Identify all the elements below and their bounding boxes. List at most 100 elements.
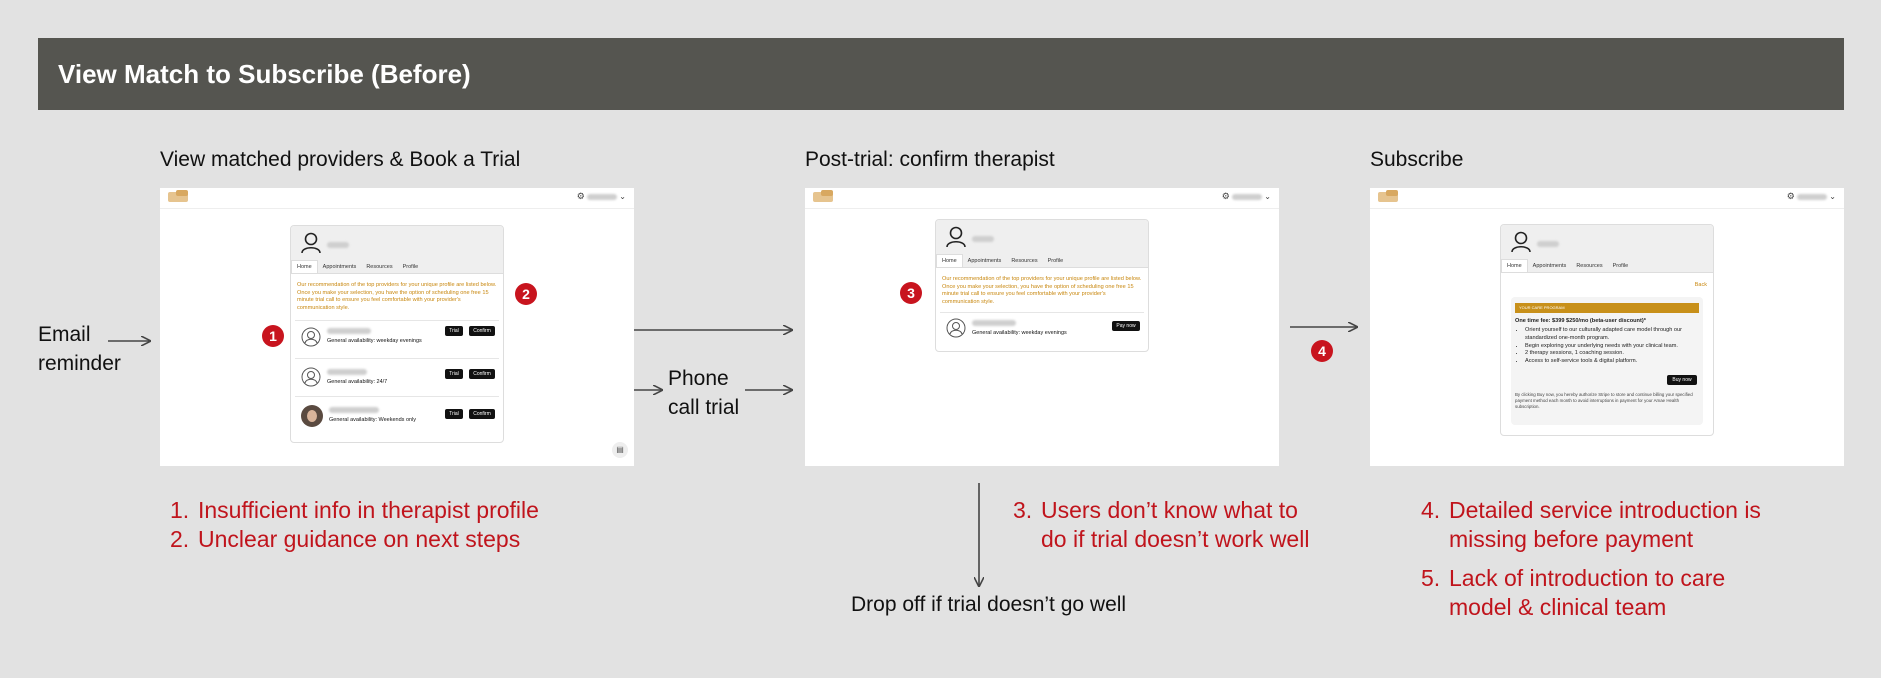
tab-resources[interactable]: Resources bbox=[361, 261, 397, 273]
issue-item-3: 3. Users don’t know what to bbox=[1013, 496, 1309, 525]
program-fee: One time fee: $399 $250/mo (beta-user di… bbox=[1515, 318, 1646, 324]
user-menu[interactable]: ⚙ ⌄ bbox=[1787, 191, 1836, 202]
provider-row: General availability: 24/7 Trial Confirm bbox=[295, 358, 499, 397]
trial-button[interactable]: Trial bbox=[445, 409, 463, 419]
chevron-down-icon: ⌄ bbox=[1829, 192, 1836, 201]
trial-button[interactable]: Trial bbox=[445, 369, 463, 379]
issue-item-4-cont: missing before payment bbox=[1421, 525, 1761, 554]
topbar-divider bbox=[1370, 208, 1844, 209]
provider-avatar-icon bbox=[301, 327, 321, 347]
provider-photo-face bbox=[307, 410, 317, 422]
issue-number: 1. bbox=[170, 497, 190, 523]
recommendation-text: Our recommendation of the top providers … bbox=[297, 282, 497, 311]
user-menu[interactable]: ⚙ ⌄ bbox=[1222, 191, 1271, 202]
issue-text: do if trial doesn’t work well bbox=[1041, 526, 1310, 552]
issues-group-2: 3. Users don’t know what to do if trial d… bbox=[1013, 496, 1309, 554]
issue-text: Detailed service introduction is bbox=[1449, 497, 1761, 523]
provider-availability: General availability: weekday evenings bbox=[972, 330, 1067, 336]
issue-item-3-cont: do if trial doesn’t work well bbox=[1013, 525, 1309, 554]
logo-accent bbox=[176, 190, 188, 196]
tab-appointments[interactable]: Appointments bbox=[1528, 260, 1572, 272]
drop-off-label: Drop off if trial doesn’t go well bbox=[851, 593, 1127, 616]
profile-header bbox=[291, 226, 503, 260]
screenshot-post-trial: ⚙ ⌄ Home Appointments Resources Profile Our… bbox=[805, 188, 1279, 466]
trial-button[interactable]: Trial bbox=[445, 326, 463, 336]
topbar-divider bbox=[160, 208, 634, 209]
user-avatar-icon bbox=[946, 226, 966, 248]
screenshot-view-matched: ⚙ ⌄ Home Appointments Resources Profile Our… bbox=[160, 188, 634, 466]
profile-name-blur bbox=[327, 242, 349, 248]
chevron-down-icon: ⌄ bbox=[1264, 192, 1271, 201]
profile-name-blur bbox=[1537, 241, 1559, 247]
confirm-button[interactable]: Confirm bbox=[469, 326, 495, 336]
pay-now-button[interactable]: Pay now bbox=[1112, 321, 1140, 331]
tab-appointments[interactable]: Appointments bbox=[963, 255, 1007, 267]
back-link[interactable]: Back bbox=[1695, 282, 1707, 288]
user-menu[interactable]: ⚙ ⌄ bbox=[577, 191, 626, 202]
issue-item-4: 4. Detailed service introduction is bbox=[1421, 496, 1761, 525]
program-bullet: Begin exploring your underlying needs wi… bbox=[1525, 343, 1703, 351]
issue-badge-2: 2 bbox=[515, 283, 537, 305]
issue-text: Users don’t know what to bbox=[1041, 497, 1298, 523]
fine-print: By clicking Buy now, you hereby authoriz… bbox=[1515, 392, 1693, 409]
program-bullet: Access to self-service tools & digital p… bbox=[1525, 358, 1703, 366]
recommendation-text: Our recommendation of the top providers … bbox=[942, 276, 1142, 305]
provider-name-blur bbox=[327, 328, 371, 334]
user-name-blur bbox=[587, 193, 618, 200]
confirm-button[interactable]: Confirm bbox=[469, 369, 495, 379]
issue-item-2: 2. Unclear guidance on next steps bbox=[170, 525, 539, 554]
program-bullets: Orient yourself to our culturally adapte… bbox=[1511, 327, 1703, 366]
provider-avatar-icon bbox=[301, 367, 321, 387]
program-bullet: Orient yourself to our culturally adapte… bbox=[1525, 327, 1703, 343]
user-name-blur bbox=[1797, 193, 1828, 200]
tab-bar: Home Appointments Resources Profile bbox=[1501, 259, 1713, 273]
issue-text: model & clinical team bbox=[1449, 594, 1667, 620]
tab-resources[interactable]: Resources bbox=[1571, 260, 1607, 272]
tab-home[interactable]: Home bbox=[936, 254, 963, 267]
provider-card: Home Appointments Resources Profile Our rec… bbox=[935, 219, 1149, 352]
confirm-button[interactable]: Confirm bbox=[469, 409, 495, 419]
program-bullet: 2 therapy sessions, 1 coaching session. bbox=[1525, 350, 1703, 358]
provider-photo bbox=[301, 405, 323, 427]
provider-availability: General availability: Weekends only bbox=[329, 417, 417, 423]
issue-item-5-cont: model & clinical team bbox=[1421, 593, 1761, 622]
issue-item-5: 5. Lack of introduction to care bbox=[1421, 564, 1761, 593]
profile-header bbox=[1501, 225, 1713, 259]
provider-row: General availability: Weekends only Tria… bbox=[295, 396, 499, 437]
care-program-label: YOUR CARE PROGRAM bbox=[1515, 303, 1699, 313]
chevron-down-icon: ⌄ bbox=[619, 192, 626, 201]
profile-header bbox=[936, 220, 1148, 254]
issue-item-1: 1. Insufficient info in therapist profile bbox=[170, 496, 539, 525]
logo-accent bbox=[1386, 190, 1398, 196]
care-program-box: YOUR CARE PROGRAM One time fee: $399 $25… bbox=[1511, 297, 1703, 425]
issue-badge-1: 1 bbox=[262, 325, 284, 347]
issue-number: 4. bbox=[1421, 497, 1441, 523]
logo-accent bbox=[821, 190, 833, 196]
tab-profile[interactable]: Profile bbox=[1608, 260, 1634, 272]
tab-resources[interactable]: Resources bbox=[1006, 255, 1042, 267]
provider-name-blur bbox=[972, 320, 1016, 326]
buy-now-button[interactable]: Buy now bbox=[1667, 375, 1697, 385]
issue-number: 2. bbox=[170, 526, 190, 552]
provider-card: Home Appointments Resources Profile Our rec… bbox=[290, 225, 504, 443]
tab-profile[interactable]: Profile bbox=[1043, 255, 1069, 267]
issue-badge-3: 3 bbox=[900, 282, 922, 304]
topbar-divider bbox=[805, 208, 1279, 209]
tab-home[interactable]: Home bbox=[1501, 259, 1528, 272]
gear-icon: ⚙ bbox=[1786, 191, 1795, 201]
chat-icon[interactable]: ▤ bbox=[612, 442, 628, 458]
gear-icon: ⚙ bbox=[576, 191, 585, 201]
issue-badge-4: 4 bbox=[1311, 340, 1333, 362]
issue-text: Lack of introduction to care bbox=[1449, 565, 1726, 591]
issue-number: 3. bbox=[1013, 497, 1033, 523]
tab-bar: Home Appointments Resources Profile bbox=[291, 260, 503, 274]
provider-row: General availability: weekday evenings P… bbox=[940, 312, 1144, 347]
user-avatar-icon bbox=[1511, 231, 1531, 253]
provider-name-blur bbox=[327, 369, 367, 375]
user-name-blur bbox=[1232, 193, 1263, 200]
subscribe-card: Home Appointments Resources Profile Back YO… bbox=[1500, 224, 1714, 436]
tab-home[interactable]: Home bbox=[291, 260, 318, 273]
tab-profile[interactable]: Profile bbox=[398, 261, 424, 273]
provider-availability: General availability: weekday evenings bbox=[327, 338, 422, 344]
tab-appointments[interactable]: Appointments bbox=[318, 261, 362, 273]
